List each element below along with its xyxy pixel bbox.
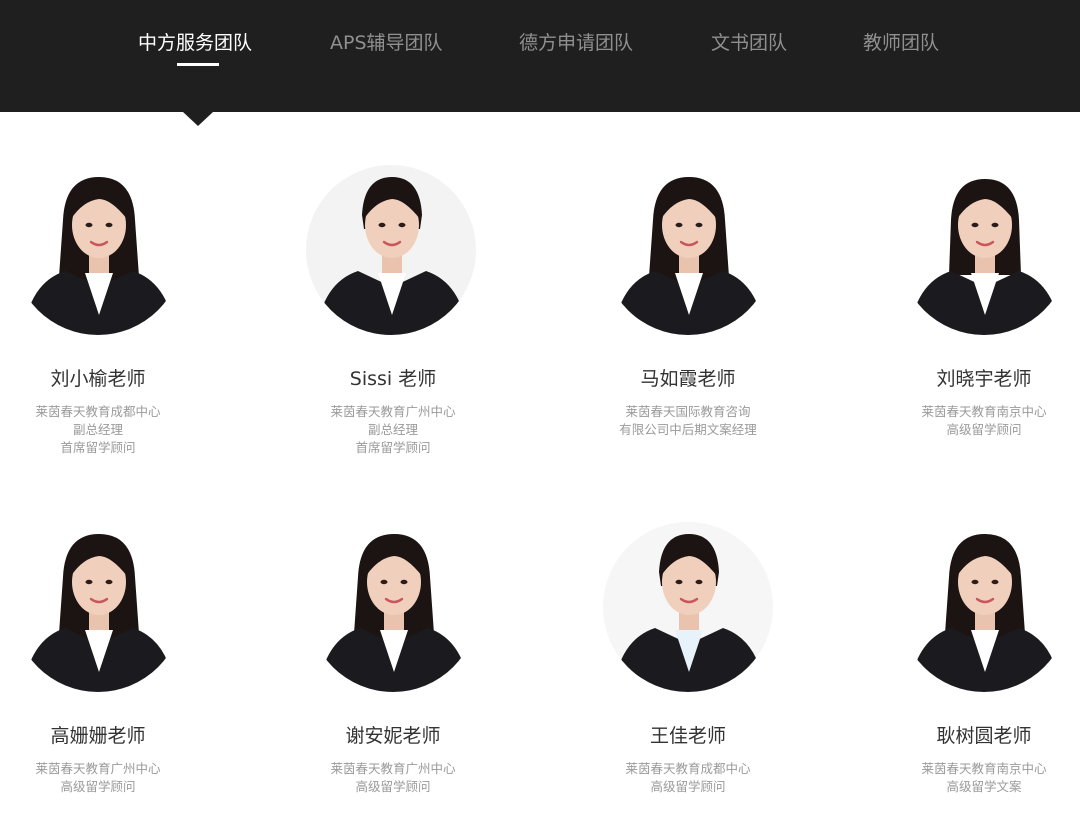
teacher-name: 王佳老师 xyxy=(649,725,726,747)
teacher-photo xyxy=(603,522,773,692)
tab-china-service-team[interactable]: 中方服务团队 xyxy=(138,28,252,58)
teacher-name: Sissi 老师 xyxy=(349,368,437,390)
portrait-image xyxy=(603,522,773,692)
active-tab-underline xyxy=(177,63,219,66)
teacher-photo xyxy=(13,522,183,692)
teacher-name: 马如霞老师 xyxy=(640,368,736,390)
teacher-photo xyxy=(308,522,478,692)
teacher-name: 刘晓宇老师 xyxy=(936,368,1032,390)
portrait-image xyxy=(899,522,1069,692)
active-tab-pointer xyxy=(183,112,213,126)
teacher-photo xyxy=(603,165,773,335)
teacher-name: 刘小榆老师 xyxy=(50,368,146,390)
teacher-title: 莱茵春天教育广州中心 高级留学顾问 xyxy=(330,761,456,794)
portrait-image xyxy=(603,165,773,335)
portrait-image xyxy=(13,165,183,335)
teacher-name: 耿树圆老师 xyxy=(936,725,1032,747)
teacher-title: 莱茵春天教育南京中心 高级留学文案 xyxy=(921,761,1047,794)
teacher-photo xyxy=(899,165,1069,335)
portrait-image xyxy=(899,165,1069,335)
teacher-title: 莱茵春天教育成都中心 副总经理 首席留学顾问 xyxy=(35,404,161,455)
teacher-title: 莱茵春天教育广州中心 副总经理 首席留学顾问 xyxy=(330,404,456,455)
portrait-image xyxy=(308,522,478,692)
teacher-photo xyxy=(899,522,1069,692)
portrait-image xyxy=(306,165,476,335)
portrait-image xyxy=(13,522,183,692)
tab-teacher-team[interactable]: 教师团队 xyxy=(863,28,939,58)
teacher-photo xyxy=(306,165,476,335)
teacher-photo xyxy=(13,165,183,335)
teacher-name: 谢安妮老师 xyxy=(345,725,441,747)
tab-germany-application-team[interactable]: 德方申请团队 xyxy=(519,28,633,58)
tab-document-team[interactable]: 文书团队 xyxy=(711,28,787,58)
teacher-title: 莱茵春天教育成都中心 高级留学顾问 xyxy=(625,761,751,794)
teacher-name: 高姗姗老师 xyxy=(50,725,146,747)
team-nav-bar: 中方服务团队 APS辅导团队 德方申请团队 文书团队 教师团队 xyxy=(0,0,1080,112)
teacher-title: 莱茵春天教育广州中心 高级留学顾问 xyxy=(35,761,161,794)
teacher-title: 莱茵春天国际教育咨询 有限公司中后期文案经理 xyxy=(619,404,757,437)
tab-aps-tutoring-team[interactable]: APS辅导团队 xyxy=(330,28,443,58)
teacher-title: 莱茵春天教育南京中心 高级留学顾问 xyxy=(921,404,1047,437)
